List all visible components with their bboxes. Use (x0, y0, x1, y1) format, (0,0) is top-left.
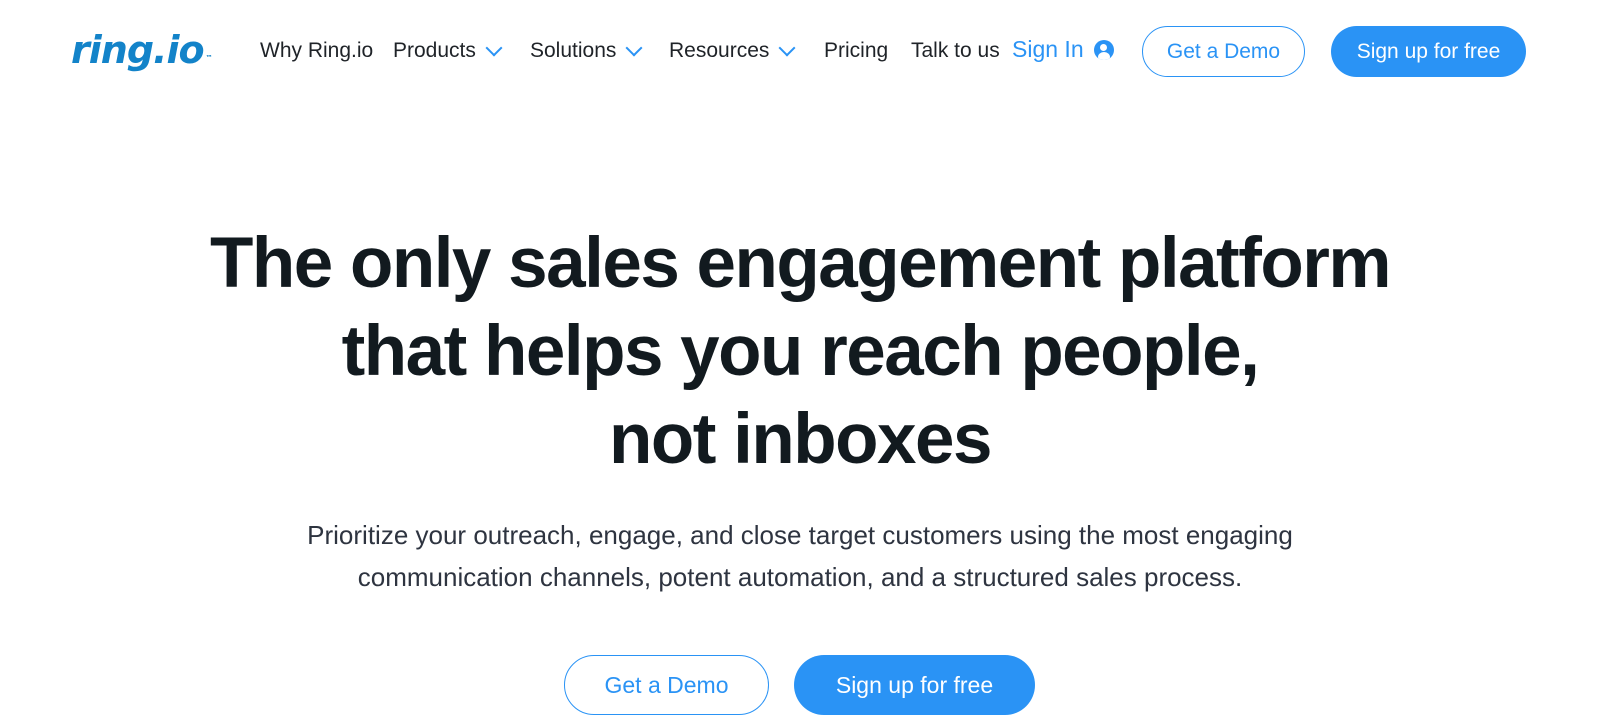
user-circle-icon (1093, 39, 1114, 60)
hero-subtitle-line: communication channels, potent automatio… (357, 562, 1243, 592)
nav-why-ring-io[interactable]: Why Ring.io (260, 37, 373, 65)
top-navigation: ring.io ™ Why Ring.io Products Solutions … (0, 0, 1600, 102)
hero-title: The only sales engagement platform that … (0, 220, 1600, 484)
nav-products[interactable]: Products (393, 37, 503, 65)
chevron-down-icon (625, 39, 643, 57)
hero-title-line: not inboxes (609, 400, 992, 479)
hero-subtitle-line: Prioritize your outreach, engage, and cl… (307, 520, 1293, 550)
sign-in-label: Sign In (1012, 36, 1084, 62)
hero-title-line: that helps you reach people, (341, 312, 1260, 391)
trademark-symbol: ™ (205, 54, 213, 62)
ring-io-logo[interactable]: ring.io ™ (71, 27, 213, 73)
get-demo-button[interactable]: Get a Demo (1142, 26, 1305, 77)
nav-talk-to-us[interactable]: Talk to us (911, 37, 1000, 65)
chevron-down-icon (485, 39, 503, 57)
button-label: Get a Demo (604, 671, 729, 698)
sign-in-link[interactable]: Sign In (1012, 36, 1114, 63)
hero-subtitle: Prioritize your outreach, engage, and cl… (0, 514, 1600, 598)
nav-label: Solutions (530, 39, 617, 62)
nav-label: Pricing (824, 39, 889, 62)
nav-label: Products (393, 39, 476, 62)
nav-solutions[interactable]: Solutions (530, 37, 643, 65)
button-label: Sign up for free (1356, 39, 1501, 63)
nav-label: Resources (669, 39, 770, 62)
logo-text: ring.io (71, 28, 205, 72)
hero-get-demo-button[interactable]: Get a Demo (564, 655, 769, 715)
sign-up-button[interactable]: Sign up for free (1331, 26, 1526, 77)
nav-label: Talk to us (911, 39, 1000, 62)
chevron-down-icon (778, 39, 796, 57)
nav-pricing[interactable]: Pricing (824, 37, 888, 65)
hero-sign-up-button[interactable]: Sign up for free (794, 655, 1035, 715)
button-label: Sign up for free (835, 671, 994, 698)
button-label: Get a Demo (1166, 39, 1281, 63)
hero-title-line: The only sales engagement platform (210, 224, 1391, 303)
nav-resources[interactable]: Resources (669, 37, 796, 65)
nav-label: Why Ring.io (260, 39, 374, 62)
